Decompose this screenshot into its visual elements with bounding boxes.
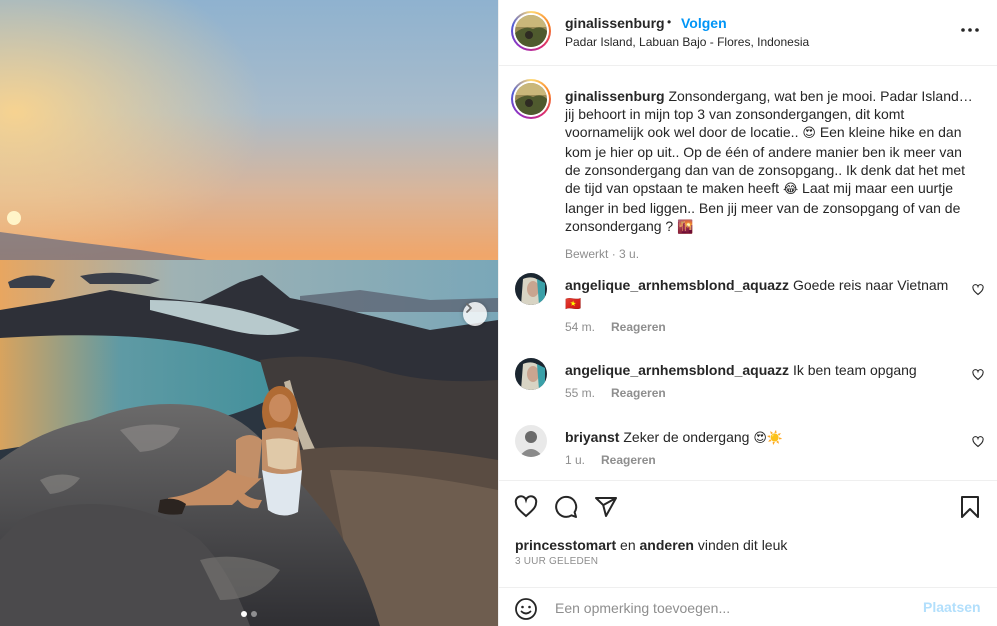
comment-username[interactable]: angelique_arnhemsblond_aquazz bbox=[565, 362, 789, 378]
comment-body: Zeker de ondergang bbox=[623, 429, 750, 445]
caption-text: ginalissenburg Zonsondergang, wat ben je… bbox=[565, 87, 975, 237]
comment-like-button[interactable] bbox=[971, 283, 985, 297]
post-side-panel: ginalissenburg • Volgen Padar Island, La… bbox=[498, 0, 997, 626]
comment-meta: 1 u. Reageren bbox=[565, 453, 656, 467]
vietnam-flag-emoji: 🇻🇳 bbox=[565, 297, 582, 312]
more-horizontal-icon bbox=[961, 28, 979, 32]
commenter-avatar[interactable] bbox=[515, 425, 547, 457]
reply-button[interactable]: Reageren bbox=[611, 386, 666, 400]
comment-body: Goede reis naar Vietnam bbox=[792, 277, 949, 293]
comment-like-button[interactable] bbox=[971, 435, 985, 449]
comment-username[interactable]: angelique_arnhemsblond_aquazz bbox=[565, 277, 789, 293]
post-actions: princesstomart en anderen vinden dit leu… bbox=[499, 480, 997, 576]
comment-body: Ik ben team opgang bbox=[792, 362, 917, 378]
comment-text: angelique_arnhemsblond_aquazz Ik ben tea… bbox=[565, 361, 955, 379]
laughing-emoji: 😂 bbox=[782, 182, 799, 197]
author-avatar[interactable] bbox=[511, 11, 551, 51]
comment-meta: 55 m. Reageren bbox=[565, 386, 666, 400]
comment-username[interactable]: briyanst bbox=[565, 429, 619, 445]
posted-time[interactable]: 3 UUR GELEDEN bbox=[515, 556, 598, 567]
post-photo[interactable] bbox=[0, 0, 498, 626]
avatar-image bbox=[515, 358, 547, 390]
post-header: ginalissenburg • Volgen Padar Island, La… bbox=[499, 0, 997, 66]
header-separator: • bbox=[667, 15, 672, 29]
likes-summary: princesstomart en anderen vinden dit leu… bbox=[515, 537, 787, 553]
post-comment-button[interactable]: Plaatsen bbox=[923, 599, 981, 615]
sunset-emoji: 🌇 bbox=[677, 220, 694, 235]
comment-input[interactable] bbox=[555, 596, 905, 620]
comment-age[interactable]: 55 m. bbox=[565, 386, 595, 400]
likes-others-link[interactable]: anderen bbox=[640, 537, 694, 553]
comment-meta: 54 m. Reageren bbox=[565, 320, 666, 334]
carousel-dot bbox=[251, 611, 257, 617]
carousel-indicator bbox=[0, 611, 498, 617]
caption-username[interactable]: ginalissenburg bbox=[565, 88, 665, 104]
bookmark-icon bbox=[961, 496, 979, 518]
reply-button[interactable]: Reageren bbox=[601, 453, 656, 467]
comment-button[interactable] bbox=[553, 494, 579, 520]
commenter-avatar[interactable] bbox=[515, 273, 547, 305]
more-options-button[interactable] bbox=[958, 18, 982, 42]
instagram-post: ginalissenburg • Volgen Padar Island, La… bbox=[0, 0, 997, 626]
likes-suffix: vinden dit leuk bbox=[697, 537, 788, 553]
caption-meta: Bewerkt · 3 u. bbox=[565, 247, 639, 261]
next-photo-button[interactable] bbox=[463, 302, 487, 326]
emoji-picker-button[interactable] bbox=[513, 596, 539, 622]
avatar-image bbox=[515, 15, 547, 47]
commenter-avatar[interactable] bbox=[515, 358, 547, 390]
edited-label: Bewerkt bbox=[565, 247, 609, 261]
carousel-dot-active bbox=[241, 611, 247, 617]
smiley-icon bbox=[515, 598, 537, 620]
save-button[interactable] bbox=[957, 494, 983, 520]
like-button[interactable] bbox=[513, 494, 539, 520]
paper-plane-icon bbox=[595, 497, 617, 517]
post-location[interactable]: Padar Island, Labuan Bajo - Flores, Indo… bbox=[565, 35, 809, 49]
avatar-image bbox=[515, 83, 547, 115]
liker-username[interactable]: princesstomart bbox=[515, 537, 616, 553]
reply-button[interactable]: Reageren bbox=[611, 320, 666, 334]
chevron-right-icon bbox=[466, 303, 472, 313]
heart-icon bbox=[972, 436, 984, 448]
caption-meta-separator: · bbox=[611, 247, 616, 261]
caption-author-avatar[interactable] bbox=[511, 79, 551, 119]
likes-and: en bbox=[620, 537, 636, 553]
avatar-image bbox=[515, 425, 547, 457]
heart-icon bbox=[972, 284, 984, 296]
caption-age[interactable]: 3 u. bbox=[619, 247, 639, 261]
comment-age[interactable]: 1 u. bbox=[565, 453, 585, 467]
heart-icon bbox=[514, 495, 538, 518]
avatar-image bbox=[515, 273, 547, 305]
follow-button[interactable]: Volgen bbox=[681, 15, 727, 31]
comment-text: angelique_arnhemsblond_aquazz Goede reis… bbox=[565, 276, 955, 314]
comment-text: briyanst Zeker de ondergang 😍☀️ bbox=[565, 428, 955, 448]
add-comment-bar: Plaatsen bbox=[499, 587, 997, 626]
author-username[interactable]: ginalissenburg bbox=[565, 15, 665, 31]
heart-eyes-sun-emoji: 😍☀️ bbox=[753, 431, 784, 446]
comments-section[interactable]: ginalissenburg Zonsondergang, wat ben je… bbox=[499, 67, 997, 479]
heart-eyes-emoji: 😍 bbox=[802, 126, 816, 141]
sunset-photo-illustration bbox=[0, 0, 498, 626]
comment-like-button[interactable] bbox=[971, 368, 985, 382]
share-button[interactable] bbox=[593, 494, 619, 520]
comment-age[interactable]: 54 m. bbox=[565, 320, 595, 334]
comment-icon bbox=[555, 495, 578, 518]
heart-icon bbox=[972, 369, 984, 381]
